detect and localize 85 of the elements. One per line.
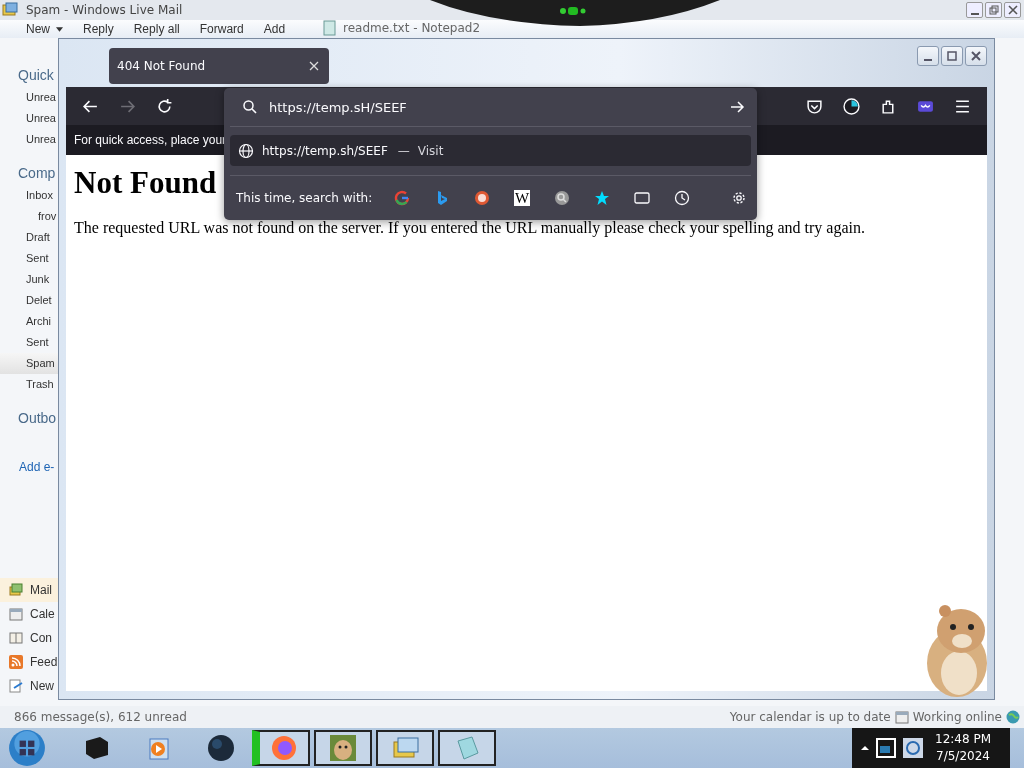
nav-item[interactable]: Con (0, 626, 58, 650)
browser-logo-icon (269, 733, 299, 763)
url-suggestion[interactable]: https://temp.sh/SEEF — Visit (230, 135, 751, 166)
close-button[interactable] (1004, 2, 1021, 18)
toolbar-button[interactable]: Add (255, 21, 294, 37)
folder-group-heading[interactable]: Comp (0, 162, 58, 184)
minimize-button[interactable] (917, 46, 939, 66)
folder-item[interactable]: frov (0, 206, 58, 227)
folder-group-heading[interactable]: Outbo (0, 407, 58, 429)
maximize-button[interactable] (941, 46, 963, 66)
nav-item[interactable]: Feed (0, 650, 58, 674)
hamster-icon (328, 733, 358, 763)
folder-item[interactable]: Junk (0, 269, 58, 290)
folder-item[interactable]: Archi (0, 311, 58, 332)
window-title: Spam - Windows Live Mail (26, 3, 183, 17)
taskbar-app-button[interactable] (314, 730, 372, 766)
error-message: The requested URL was not found on the server. If you entered the URL manually please check your spelling and try again. (74, 219, 866, 237)
browser-tab[interactable]: 404 Not Found (109, 48, 329, 84)
folder-item[interactable]: Unrea (0, 87, 58, 108)
clock-icon[interactable] (674, 190, 690, 206)
globe-icon (1006, 710, 1020, 724)
menu-icon[interactable] (954, 97, 971, 115)
start-button[interactable] (8, 729, 46, 767)
tab-icon[interactable] (634, 190, 650, 206)
calendar-status-text: Your calendar is up to date (729, 710, 891, 724)
close-icon[interactable] (309, 61, 319, 71)
restore-button[interactable] (985, 2, 1002, 18)
folder-item[interactable]: Sent (0, 248, 58, 269)
folder-item[interactable]: Trash (0, 374, 58, 395)
toolbar-button[interactable]: Forward (191, 21, 252, 37)
wikipedia-icon[interactable]: W (514, 190, 530, 206)
nav-item[interactable]: Mail (0, 578, 58, 602)
folder-group-heading[interactable]: Quick (0, 64, 58, 86)
dark-sphere-icon[interactable] (206, 733, 236, 763)
book-icon (9, 631, 23, 645)
add-account-link[interactable]: Add e- (0, 460, 58, 474)
taskbar-app-button[interactable] (252, 730, 310, 766)
folder-item[interactable]: Spam (0, 353, 58, 374)
mail-app-icon (2, 2, 18, 18)
toolbar-button[interactable]: Reply (75, 21, 122, 37)
go-arrow-icon[interactable] (729, 99, 745, 115)
show-hidden-icons-icon[interactable] (860, 743, 870, 753)
folder-item[interactable]: Sent (0, 332, 58, 353)
maximize-icon (946, 50, 958, 62)
connection-status-text: Working online (912, 710, 1002, 724)
folder-item[interactable]: Unrea (0, 108, 58, 129)
notepad-icon (322, 20, 338, 36)
toolbar-button[interactable]: New (18, 21, 71, 37)
nav-item[interactable]: New (0, 674, 58, 698)
minimize-icon (970, 12, 979, 15)
monitor-icon[interactable] (875, 737, 897, 759)
reload-icon[interactable] (156, 97, 173, 115)
settings-icon[interactable] (731, 190, 747, 206)
star-icon[interactable] (594, 190, 610, 206)
google-icon[interactable] (394, 190, 410, 206)
folder-item[interactable]: Delet (0, 290, 58, 311)
folder-item[interactable]: Inbox (0, 185, 58, 206)
minimize-icon (924, 58, 932, 61)
search-icon[interactable] (554, 190, 570, 206)
mail-icon (9, 583, 23, 597)
taskbar-app-button[interactable] (438, 730, 496, 766)
page-heading: Not Found (74, 165, 217, 201)
nav-item[interactable]: Cale (0, 602, 58, 626)
search-with-label: This time, search with: (236, 191, 374, 205)
folder-item[interactable]: Draft (0, 227, 58, 248)
pocket-icon[interactable] (806, 97, 823, 115)
restore-icon (988, 5, 999, 15)
search-icon (242, 99, 258, 115)
close-button[interactable] (965, 46, 987, 66)
progress-circle-icon[interactable] (843, 97, 860, 115)
taskbar-clock[interactable]: 12:48 PM 7/5/2024 (935, 731, 991, 765)
close-icon (970, 50, 982, 62)
close-icon (1007, 5, 1018, 15)
message-count-text: 866 message(s), 612 unread (14, 710, 187, 724)
background-window-tab[interactable]: readme.txt - Notepad2 (322, 20, 480, 36)
calendar-icon (894, 710, 909, 724)
globe-icon (238, 142, 254, 159)
folder-item[interactable]: Unrea (0, 129, 58, 150)
note-icon (9, 679, 23, 693)
bookmarks-hint-text: For quick access, place your (74, 133, 227, 147)
taskbar-app-button[interactable] (376, 730, 434, 766)
rss-icon (9, 655, 23, 669)
minimize-button[interactable] (966, 2, 983, 18)
calendar-icon (9, 607, 23, 621)
toolbar-button[interactable]: Reply all (125, 21, 188, 37)
